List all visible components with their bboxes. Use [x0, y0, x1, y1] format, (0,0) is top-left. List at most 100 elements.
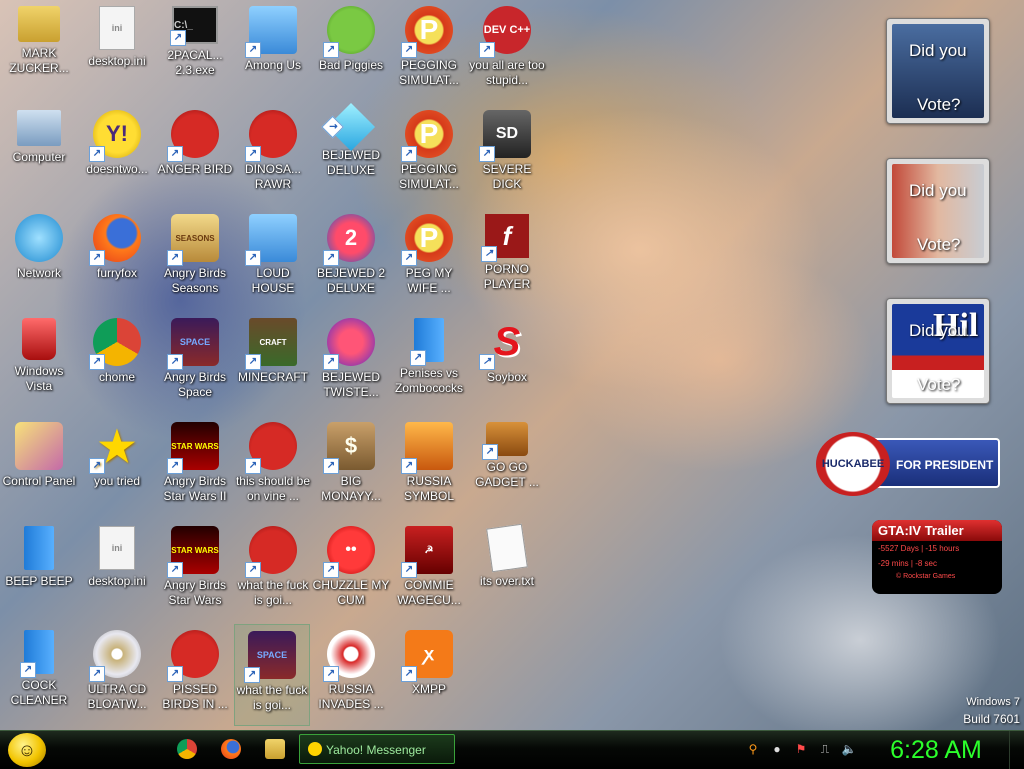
desktop-icon[interactable]: ↗ furryfox — [78, 208, 156, 308]
chrome-quicklaunch-icon[interactable] — [177, 739, 197, 759]
desktop-icon[interactable]: •• ↗ CHUZZLE MY CUM — [312, 520, 390, 620]
desktop-icon[interactable]: Y! ↗ doesntwo... — [78, 104, 156, 204]
desktop-icon[interactable]: its over.txt — [468, 520, 546, 620]
desktop-icon[interactable]: STAR WARS ↗ Angry Birds Star Wars II — [156, 416, 234, 516]
desktop-icon[interactable]: 2 ↗ BEJEWED 2 DELUXE — [312, 208, 390, 308]
shortcut-arrow-icon: ↗ — [401, 146, 417, 162]
money-bag-icon: $ ↗ — [323, 422, 375, 474]
huckabee-gadget[interactable]: FOR PRESIDENT HUCKABEE — [816, 432, 1002, 496]
angry-bird-icon: ↗ — [245, 526, 297, 578]
icon-glyph-text: SPACE — [179, 337, 211, 347]
shortcut-arrow-icon: ↗ — [401, 562, 417, 578]
desktop-icon[interactable]: ↗ GO GO GADGET ... — [468, 416, 546, 516]
twist-icon: ↗ — [323, 318, 375, 370]
search-icon[interactable]: ⚲ — [745, 741, 761, 757]
desktop-icon[interactable]: ↗ Among Us — [234, 0, 312, 100]
flag-icon[interactable]: ⚑ — [793, 741, 809, 757]
desktop-icon[interactable]: P ↗ PEG MY WIFE ... — [390, 208, 468, 308]
desktop-icon[interactable]: ↗ LOUD HOUSE — [234, 208, 312, 308]
briefcase-icon: ↗ — [482, 422, 528, 460]
gta-countdown-gadget[interactable]: GTA:IV Trailer -5527 Days | -15 hours -2… — [872, 520, 1002, 594]
start-button[interactable]: ☺ — [8, 733, 46, 767]
desktop-icon-label: ULTRA CD BLOATW... — [87, 682, 147, 711]
vote-gadget-1[interactable]: Did you Vote? — [886, 18, 990, 124]
desktop-icon[interactable]: Computer — [0, 104, 78, 204]
desktop-icon[interactable]: SEASONS ↗ Angry Birds Seasons — [156, 208, 234, 308]
flash-icon: f ↗ — [481, 214, 529, 262]
desktop-icon[interactable]: f ↗ PORNO PLAYER — [468, 208, 546, 308]
desktop-icon-label: Control Panel — [2, 474, 76, 488]
desktop-icon-label: DINOSA... RAWR — [244, 162, 301, 191]
seasons-icon: SEASONS ↗ — [167, 214, 219, 266]
desktop-icon[interactable]: ↗ RUSSIA INVADES ... — [312, 624, 390, 724]
show-desktop-button[interactable] — [1009, 731, 1024, 769]
vote-gadget-3[interactable]: Hil Did you Vote? — [886, 298, 990, 404]
desktop-icon[interactable]: ini desktop.ini — [78, 520, 156, 620]
desktop-icon[interactable]: ↗ ULTRA CD BLOATW... — [78, 624, 156, 724]
desktop-icon[interactable]: ↗ what the fuck is goi... — [234, 520, 312, 620]
star-wars-icon: STAR WARS ↗ — [167, 422, 219, 474]
desktop-icon[interactable]: ↗ PISSED BIRDS IN ... — [156, 624, 234, 724]
taskbar-button-yahoo-messenger[interactable]: Yahoo! Messenger — [299, 734, 455, 764]
desktop-icon[interactable]: ★ ↗ you tried — [78, 416, 156, 516]
desktop-icon[interactable]: $ ↗ BIG MONAYY... — [312, 416, 390, 516]
shortcut-arrow-icon: ↗ — [481, 246, 497, 262]
desktop-icon[interactable]: STAR WARS ↗ Angry Birds Star Wars — [156, 520, 234, 620]
vote-gadget-text-bottom: Vote? — [917, 95, 961, 114]
p-icon: P ↗ — [401, 110, 453, 162]
desktop-icon-label: BIG MONAYY... — [321, 474, 381, 503]
desktop-icon-label: GO GO GADGET ... — [475, 460, 539, 489]
vote-gadget-2[interactable]: Did you Vote? — [886, 158, 990, 264]
p-icon: P ↗ — [401, 6, 453, 58]
desktop-icon[interactable]: P ↗ PEGGING SIMULAT... — [390, 0, 468, 100]
desktop-icon[interactable]: ↗ ANGER BIRD — [156, 104, 234, 204]
icon-glyph-text: ☭ — [424, 544, 434, 556]
desktop-icon-grid: MARK ZUCKER... ini desktop.ini C:\_ ↗ 2PACAL.… — [0, 0, 545, 730]
desktop-icon[interactable]: ↗ BEJEWED TWISTE... — [312, 312, 390, 412]
icon-glyph-text: ini — [111, 543, 123, 553]
desktop-icon[interactable]: ini desktop.ini — [78, 0, 156, 100]
taskbar-button-label: Yahoo! Messenger — [326, 743, 426, 757]
desktop-icon[interactable]: ↗ RUSSIA SYMBOL — [390, 416, 468, 516]
icon-glyph-text: P — [419, 118, 439, 149]
desktop-icon-label: RUSSIA INVADES ... — [318, 682, 384, 711]
desktop-icon[interactable]: SPACE ↗ what the fuck is goi... — [234, 624, 310, 726]
messenger-icon[interactable]: ● — [769, 741, 785, 757]
book-icon: ↗ — [410, 318, 444, 366]
star-icon: ★ ↗ — [89, 422, 141, 474]
taskbar-clock[interactable]: 6:28 AM — [884, 734, 988, 766]
desktop-icon[interactable]: ↗ this should be on vine ... — [234, 416, 312, 516]
shortcut-arrow-icon: ↗ — [245, 354, 261, 370]
desktop-icon[interactable]: CRAFT ↗ MINECRAFT — [234, 312, 312, 412]
explorer-quicklaunch-icon[interactable] — [265, 739, 285, 759]
desktop-icon[interactable]: ↗ DINOSA... RAWR — [234, 104, 312, 204]
shortcut-arrow-icon: ↗ — [167, 458, 183, 474]
desktop-icon[interactable]: ↗ BEJEWED DELUXE — [312, 102, 390, 204]
desktop-icon[interactable]: ꭗ ↗ XMPP — [390, 624, 468, 724]
desktop-icon[interactable]: Network — [0, 208, 78, 308]
desktop-icon[interactable]: Control Panel — [0, 416, 78, 516]
desktop-icon[interactable]: C:\_ ↗ 2PACAL... 2.3.exe — [156, 0, 234, 100]
xampp-icon: ꭗ ↗ — [401, 630, 453, 682]
windows-build-watermark: Windows 7 Build 7601 — [963, 694, 1020, 728]
firefox-quicklaunch-icon[interactable] — [221, 739, 241, 759]
desktop-icon[interactable]: BEEP BEEP — [0, 520, 78, 620]
desktop-icon[interactable]: SD ↗ SEVERE DICK — [468, 104, 546, 204]
star-wars-icon: STAR WARS ↗ — [167, 526, 219, 578]
network-tray-icon[interactable]: ⎍ — [817, 741, 833, 757]
desktop-icon[interactable]: ↗ COCK CLEANER — [0, 624, 78, 724]
shortcut-arrow-icon: ↗ — [167, 354, 183, 370]
volume-icon[interactable]: 🔈 — [841, 741, 857, 757]
desktop-icon[interactable]: ☭ ↗ COMMIE WAGECU... — [390, 520, 468, 620]
desktop-icon[interactable]: S ↗ Soybox — [468, 312, 546, 412]
desktop-icon[interactable]: Windows Vista — [0, 312, 78, 412]
desktop-icon[interactable]: ↗ Penises vs Zombococks — [390, 312, 468, 412]
desktop-icon-label: Angry Birds Space — [163, 370, 227, 399]
desktop-icon[interactable]: DEV C++ ↗ you all are too stupid... — [468, 0, 546, 100]
desktop-icon[interactable]: SPACE ↗ Angry Birds Space — [156, 312, 234, 412]
desktop-icon[interactable]: MARK ZUCKER... — [0, 0, 78, 100]
shortcut-arrow-icon: ↗ — [479, 42, 495, 58]
desktop-icon[interactable]: P ↗ PEGGING SIMULAT... — [390, 104, 468, 204]
desktop-icon[interactable]: ↗ chome — [78, 312, 156, 412]
desktop-icon[interactable]: ↗ Bad Piggies — [312, 0, 390, 100]
